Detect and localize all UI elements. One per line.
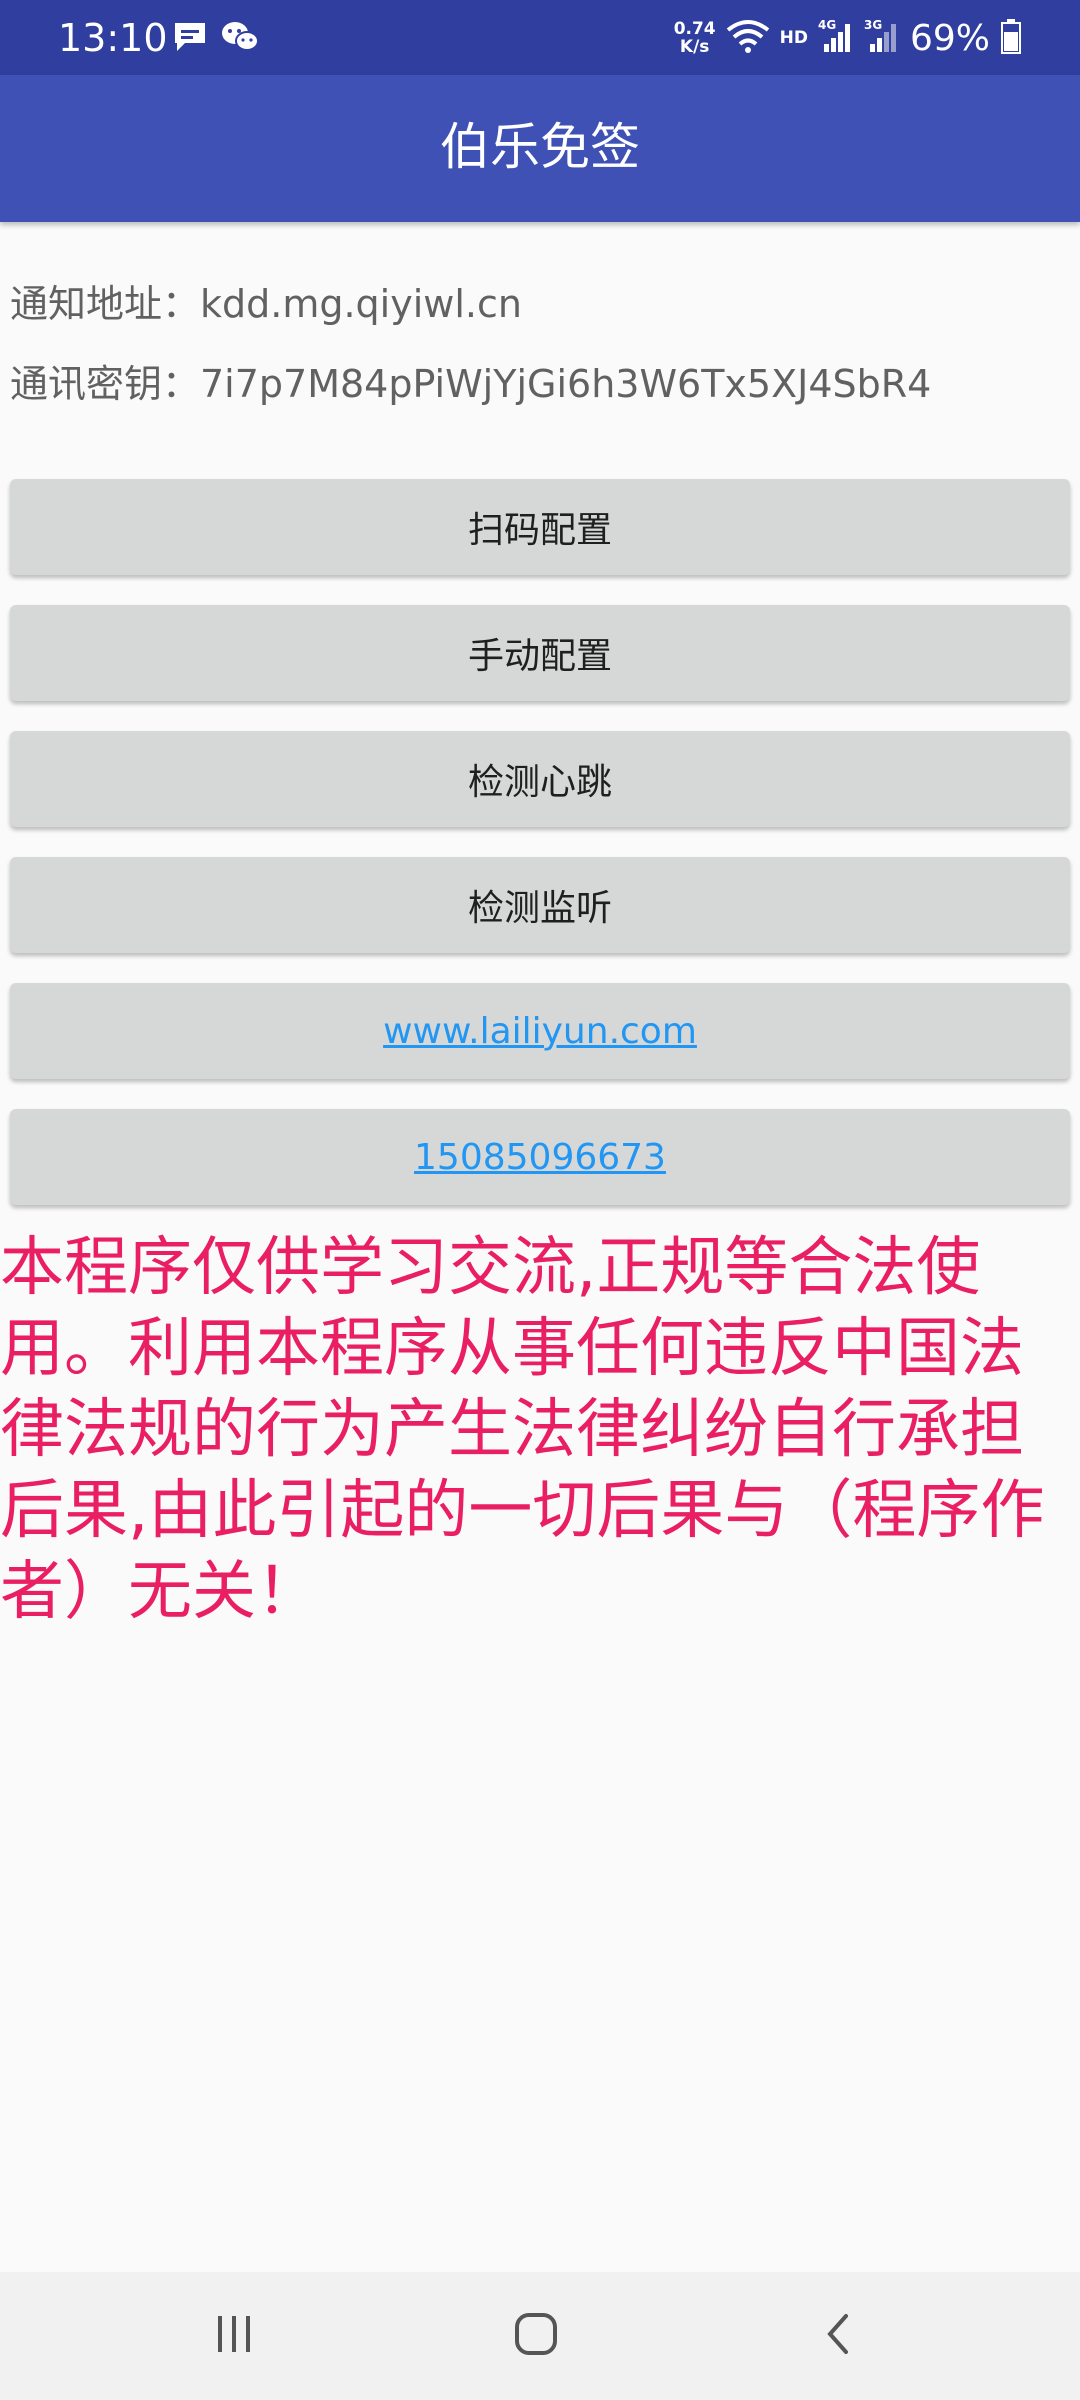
battery-percent: 69% <box>909 17 990 59</box>
check-heartbeat-button[interactable]: 检测心跳 <box>10 731 1070 827</box>
navigation-bar <box>0 2272 1080 2400</box>
hd-label: HD <box>779 28 808 48</box>
wechat-icon <box>220 20 260 58</box>
status-time: 13:10 <box>58 16 168 60</box>
battery-icon <box>1000 18 1022 58</box>
back-icon <box>818 2312 858 2360</box>
network-speed: 0.74 K/s <box>673 19 716 57</box>
website-link-button[interactable]: www.lailiyun.com <box>10 983 1070 1079</box>
app-title: 伯乐免签 <box>440 118 640 176</box>
recent-apps-icon <box>212 2312 256 2360</box>
phone-link-button[interactable]: 15085096673 <box>10 1109 1070 1205</box>
svg-text:3G: 3G <box>864 18 882 32</box>
secret-key: 通讯密钥：7i7p7M84pPiWjYjGi6h3W6Tx5XJ4SbR4 <box>10 362 932 406</box>
app-bar: 伯乐免签 <box>0 75 1080 222</box>
notify-address: 通知地址：kdd.mg.qiyiwl.cn <box>10 282 522 326</box>
recent-apps-button[interactable] <box>184 2296 284 2376</box>
status-right: 0.74 K/s HD 4G 3G 69% <box>674 12 1022 64</box>
status-bar: 13:10 0.74 K/s HD 4G 3G 69% <box>0 0 1080 75</box>
signal-4g-icon: 4G <box>818 18 854 58</box>
home-icon <box>513 2311 559 2361</box>
message-icon <box>172 20 208 58</box>
svg-text:4G: 4G <box>818 18 836 32</box>
back-button[interactable] <box>788 2296 888 2376</box>
notification-icons <box>172 20 260 58</box>
wifi-icon <box>726 18 770 58</box>
disclaimer-notice: 本程序仅供学习交流,正规等合法使用。利用本程序从事任何违反中国法律法规的行为产生… <box>0 1231 1045 1629</box>
manual-config-button[interactable]: 手动配置 <box>10 605 1070 701</box>
scan-config-button[interactable]: 扫码配置 <box>10 479 1070 575</box>
home-button[interactable] <box>486 2296 586 2376</box>
signal-3g-icon: 3G <box>864 18 900 58</box>
check-listener-button[interactable]: 检测监听 <box>10 857 1070 953</box>
